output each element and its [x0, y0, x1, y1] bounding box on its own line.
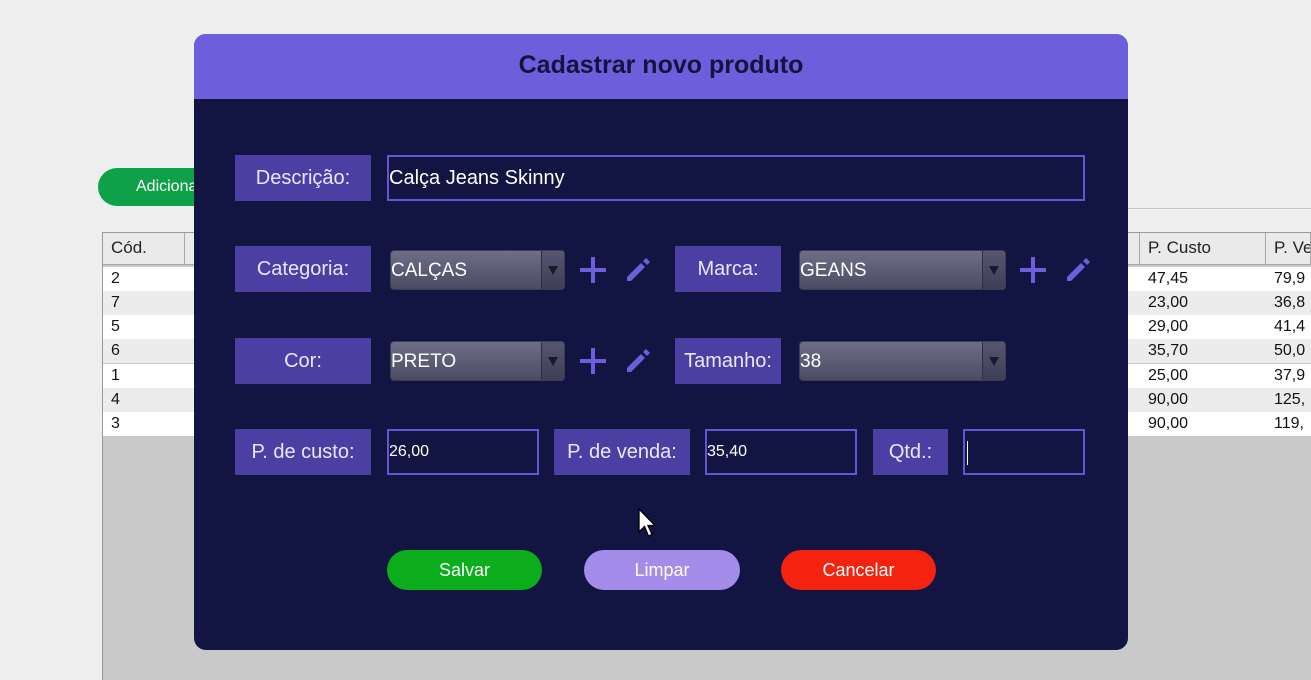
mouse-cursor-icon	[638, 508, 657, 537]
column-header-cod[interactable]: Cód.	[103, 233, 185, 265]
plus-icon[interactable]	[578, 255, 608, 285]
tamanho-select[interactable]: 38	[799, 341, 1006, 381]
plus-icon[interactable]	[578, 346, 608, 376]
column-header-p-custo[interactable]: P. Custo	[1140, 233, 1266, 265]
table-cell-venda: 41,4	[1274, 318, 1306, 335]
pencil-icon[interactable]	[623, 255, 653, 285]
table-cell-venda: 119,	[1274, 415, 1304, 432]
plus-icon[interactable]	[1018, 255, 1048, 285]
table-cell-venda: 37,9	[1274, 367, 1306, 384]
table-cell-custo: 90,00	[1148, 415, 1189, 432]
descricao-input[interactable]: Calça Jeans Skinny	[387, 155, 1085, 201]
quantidade-label: Qtd.:	[873, 429, 948, 475]
chevron-down-icon[interactable]	[982, 342, 1005, 380]
cor-label: Cor:	[235, 338, 371, 384]
table-cell-venda: 50,0	[1274, 342, 1306, 359]
table-cell-cod: 2	[111, 270, 120, 287]
preco-venda-label: P. de venda:	[554, 429, 690, 475]
chevron-down-icon[interactable]	[541, 251, 564, 289]
marca-label: Marca:	[675, 246, 781, 292]
preco-custo-input[interactable]: 26,00	[387, 429, 539, 475]
table-cell-venda: 79,9	[1274, 270, 1306, 287]
categoria-selected-value: CALÇAS	[391, 260, 468, 281]
table-cell-custo: 25,00	[1148, 367, 1189, 384]
save-button[interactable]: Salvar	[387, 550, 542, 590]
table-cell-cod: 7	[111, 294, 120, 311]
table-cell-custo: 29,00	[1148, 318, 1189, 335]
column-header[interactable]	[1128, 233, 1140, 265]
table-cell-venda: 36,8	[1274, 294, 1306, 311]
quantidade-input[interactable]	[963, 429, 1085, 475]
preco-venda-input[interactable]: 35,40	[705, 429, 857, 475]
column-header-label: P. Venda	[1274, 238, 1311, 257]
descricao-label: Descrição:	[235, 155, 371, 201]
table-cell-custo: 47,45	[1148, 270, 1189, 287]
pencil-icon[interactable]	[1063, 255, 1093, 285]
dialog-title-bar: Cadastrar novo produto	[194, 34, 1128, 99]
column-header-label: P. Custo	[1148, 238, 1212, 257]
cancel-button[interactable]: Cancelar	[781, 550, 936, 590]
preco-custo-label: P. de custo:	[235, 429, 371, 475]
tamanho-selected-value: 38	[800, 351, 822, 372]
divider	[1128, 208, 1311, 209]
table-cell-custo: 90,00	[1148, 391, 1189, 408]
categoria-select[interactable]: CALÇAS	[390, 250, 565, 290]
pencil-icon[interactable]	[623, 346, 653, 376]
categoria-label: Categoria:	[235, 246, 371, 292]
column-header-label: Cód.	[111, 238, 147, 257]
new-product-dialog: Cadastrar novo produto Descrição: Calça …	[194, 34, 1128, 650]
text-caret	[967, 441, 968, 465]
marca-selected-value: GEANS	[800, 260, 867, 281]
add-button-label: Adicionar	[136, 178, 203, 195]
table-cell-cod: 5	[111, 318, 120, 335]
table-cell-cod: 1	[111, 367, 120, 384]
dialog-title: Cadastrar novo produto	[518, 51, 804, 79]
table-cell-cod: 6	[111, 342, 120, 359]
cor-select[interactable]: PRETO	[390, 341, 565, 381]
chevron-down-icon[interactable]	[541, 342, 564, 380]
table-cell-venda: 125,	[1274, 391, 1306, 408]
table-cell-cod: 4	[111, 391, 120, 408]
table-cell-custo: 35,70	[1148, 342, 1189, 359]
chevron-down-icon[interactable]	[982, 251, 1005, 289]
column-header-p-venda[interactable]: P. Venda	[1266, 233, 1311, 265]
marca-select[interactable]: GEANS	[799, 250, 1006, 290]
clear-button[interactable]: Limpar	[584, 550, 740, 590]
cor-selected-value: PRETO	[391, 351, 457, 372]
table-cell-cod: 3	[111, 415, 120, 432]
table-cell-custo: 23,00	[1148, 294, 1189, 311]
tamanho-label: Tamanho:	[675, 338, 781, 384]
